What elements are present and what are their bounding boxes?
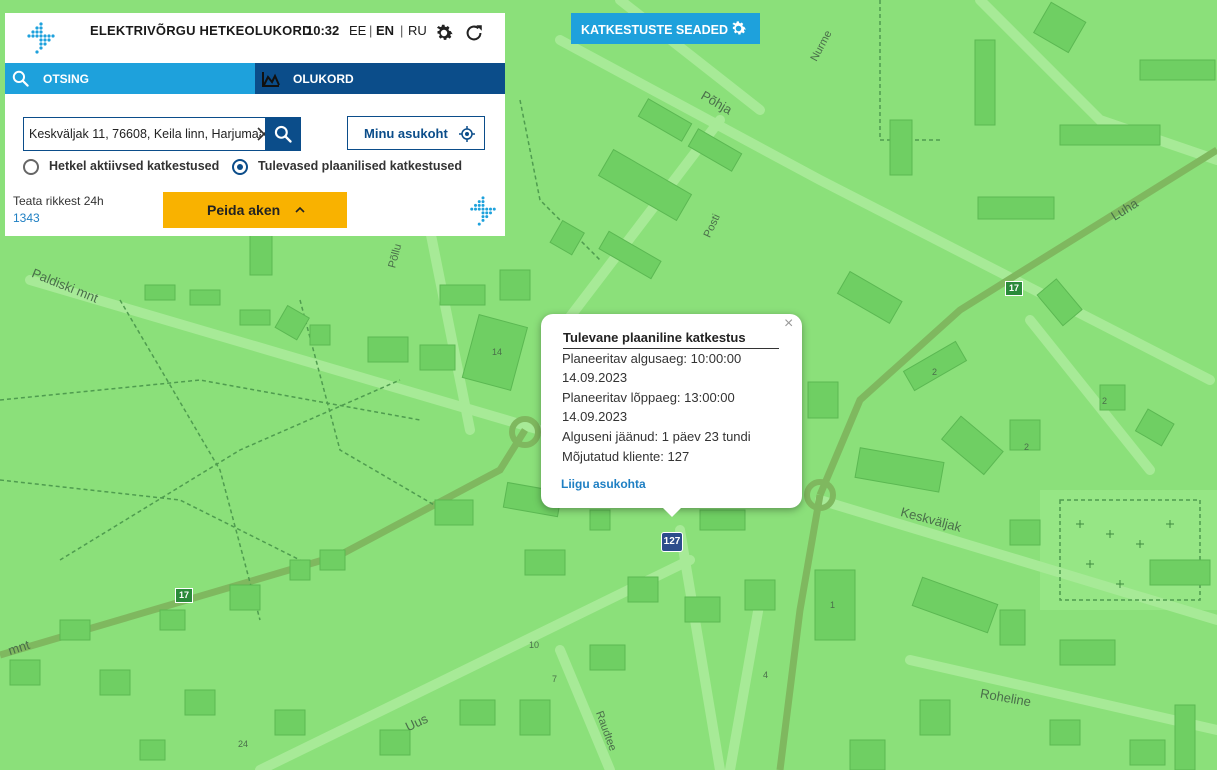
radio-planned-outages[interactable] xyxy=(232,159,248,175)
popup-title: Tulevane plaaniline katkestus xyxy=(563,330,779,349)
go-to-location-link[interactable]: Liigu asukohta xyxy=(561,477,646,491)
chevron-up-icon xyxy=(295,206,305,213)
tab-status-label: OLUKORD xyxy=(293,72,354,86)
house-number: 14 xyxy=(492,347,503,357)
panel-tabs: OTSING OLUKORD xyxy=(5,63,505,94)
radio-planned-outages-label[interactable]: Tulevased plaanilised katkestused xyxy=(258,159,462,173)
search-button[interactable] xyxy=(265,117,301,151)
app-title: ELEKTRIVÕRGU HETKEOLUKORD xyxy=(90,23,312,38)
language-ru[interactable]: RU xyxy=(408,23,427,38)
house-number: 4 xyxy=(763,670,769,680)
radio-active-outages-label[interactable]: Hetkel aktiivsed katkestused xyxy=(49,159,219,173)
popup-end-time: Planeeritav lõppaeg: 13:00:00 xyxy=(562,390,735,405)
search-field xyxy=(23,117,271,151)
search-icon xyxy=(12,70,29,87)
popup-start-time: Planeeritav algusaeg: 10:00:00 xyxy=(562,351,742,366)
house-number: 10 xyxy=(529,640,540,650)
house-number: 7 xyxy=(552,674,558,684)
popup-close-button[interactable]: × xyxy=(784,315,793,333)
outage-settings-label: KATKESTUSTE SEADED xyxy=(581,23,729,37)
popup-time-remaining: Alguseni jäänud: 1 päev 23 tundi xyxy=(562,429,751,444)
gear-icon[interactable] xyxy=(433,22,455,44)
control-panel: ELEKTRIVÕRGU HETKEOLUKORD 10:32 EE | EN … xyxy=(5,13,505,236)
outage-marker[interactable]: 127 xyxy=(661,532,683,552)
chart-icon xyxy=(262,72,280,87)
current-time: 10:32 xyxy=(306,23,340,38)
language-separator: | xyxy=(400,23,404,38)
tab-search[interactable]: OTSING xyxy=(5,63,255,94)
house-number: 2 xyxy=(1102,396,1108,406)
popup-affected-clients: Mõjutatud kliente: 127 xyxy=(562,449,690,464)
tab-status[interactable]: OLUKORD xyxy=(255,63,505,94)
my-location-label: Minu asukoht xyxy=(364,126,448,141)
gear-icon xyxy=(732,21,746,35)
hide-window-label: Peida aken xyxy=(207,202,281,218)
search-icon xyxy=(274,125,292,143)
house-number: 24 xyxy=(238,739,249,749)
refresh-icon[interactable] xyxy=(463,22,485,44)
panel-header: ELEKTRIVÕRGU HETKEOLUKORD 10:32 EE | EN … xyxy=(5,13,505,63)
report-fault-text: Teata rikkest 24h xyxy=(13,194,104,208)
outage-marker-count: 127 xyxy=(663,536,681,547)
popup-pointer xyxy=(662,507,682,517)
outage-popup: × Tulevane plaaniline katkestus Planeeri… xyxy=(541,314,802,517)
logo-icon xyxy=(27,22,55,54)
popup-end-date: 14.09.2023 xyxy=(562,409,628,424)
locate-icon xyxy=(459,126,475,142)
logo-icon xyxy=(470,196,496,226)
house-number: 1 xyxy=(830,600,836,610)
road-shield-17: 17 xyxy=(175,588,193,603)
report-fault-phone[interactable]: 1343 xyxy=(13,211,40,225)
hide-window-button[interactable]: Peida aken xyxy=(163,192,347,228)
outage-settings-button[interactable]: KATKESTUSTE SEADED xyxy=(571,13,760,44)
language-ee[interactable]: EE xyxy=(349,23,366,38)
popup-start-date: 14.09.2023 xyxy=(562,370,628,385)
radio-active-outages[interactable] xyxy=(23,159,39,175)
language-en[interactable]: EN xyxy=(376,23,394,38)
search-input[interactable] xyxy=(29,118,261,150)
house-number: 2 xyxy=(1024,442,1030,452)
my-location-button[interactable]: Minu asukoht xyxy=(347,116,485,150)
tab-search-label: OTSING xyxy=(43,72,90,86)
language-separator: | xyxy=(369,23,373,38)
house-number: 2 xyxy=(932,367,938,377)
road-shield-17: 17 xyxy=(1005,281,1023,296)
